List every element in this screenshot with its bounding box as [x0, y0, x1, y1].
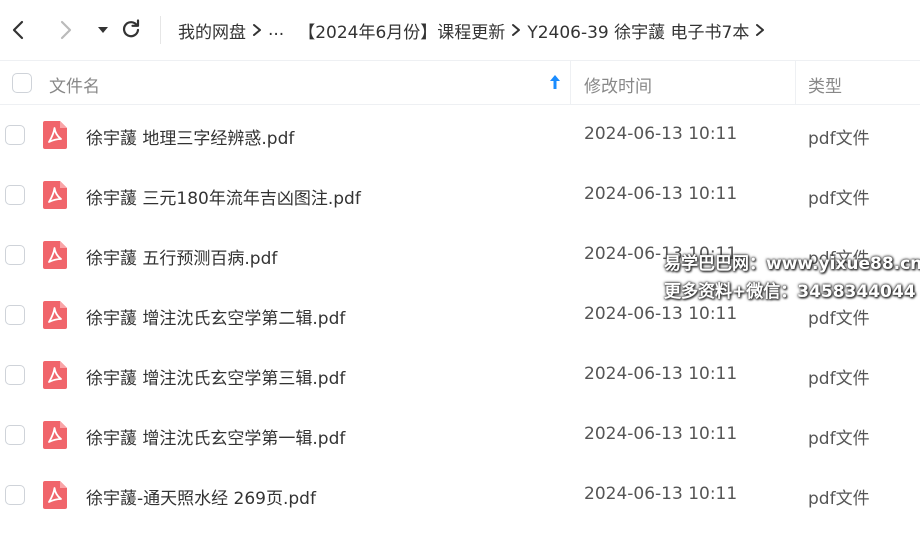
file-name[interactable]: 徐宇蘐 增注沈氏玄空学第二辑.pdf [86, 304, 345, 329]
file-name[interactable]: 徐宇蘐-通天照水经 269页.pdf [86, 484, 316, 509]
file-mtime: 2024-06-13 10:11 [584, 424, 738, 444]
toolbar: 我的网盘 ... 【2024年6月份】课程更新 Y2406-39 徐宇蘐 电子书… [0, 0, 920, 60]
sort-ascending-icon[interactable] [548, 73, 562, 95]
forward-button[interactable] [50, 15, 80, 45]
toolbar-divider [160, 16, 161, 44]
row-checkbox[interactable] [5, 425, 25, 445]
file-type: pdf文件 [808, 129, 870, 149]
file-row[interactable]: 徐宇蘐 增注沈氏玄空学第一辑.pdf 2024-06-13 10:11 pdf文… [0, 405, 920, 465]
file-name[interactable]: 徐宇蘐 地理三字经辨惑.pdf [86, 124, 294, 149]
back-button[interactable] [4, 15, 34, 45]
file-type: pdf文件 [808, 429, 870, 449]
file-mtime: 2024-06-13 10:11 [584, 124, 738, 144]
file-name[interactable]: 徐宇蘐 增注沈氏玄空学第三辑.pdf [86, 364, 345, 389]
file-type: pdf文件 [808, 369, 870, 389]
column-divider[interactable] [795, 61, 796, 104]
file-row[interactable]: 徐宇蘐 增注沈氏玄空学第二辑.pdf 2024-06-13 10:11 pdf文… [0, 285, 920, 345]
file-row[interactable]: 徐宇蘐 增注沈氏玄空学第三辑.pdf 2024-06-13 10:11 pdf文… [0, 345, 920, 405]
row-checkbox[interactable] [5, 485, 25, 505]
column-header-type[interactable]: 类型 [808, 72, 842, 97]
row-checkbox[interactable] [5, 245, 25, 265]
pdf-file-icon [43, 241, 67, 269]
breadcrumb-separator-icon [749, 23, 771, 37]
file-mtime: 2024-06-13 10:11 [584, 244, 738, 264]
history-menu-button[interactable] [88, 15, 118, 45]
breadcrumb-current-folder[interactable]: Y2406-39 徐宇蘐 电子书7本 [527, 18, 749, 43]
file-type: pdf文件 [808, 489, 870, 509]
file-list: 徐宇蘐 地理三字经辨惑.pdf 2024-06-13 10:11 pdf文件 徐… [0, 105, 920, 525]
file-mtime: 2024-06-13 10:11 [584, 364, 738, 384]
file-row[interactable]: 徐宇蘐 五行预测百病.pdf 2024-06-13 10:11 pdf文件 [0, 225, 920, 285]
file-name[interactable]: 徐宇蘐 三元180年流年吉凶图注.pdf [86, 184, 361, 209]
select-all-checkbox[interactable] [12, 73, 32, 93]
column-header-mtime[interactable]: 修改时间 [584, 72, 652, 97]
chevron-left-icon [12, 20, 24, 40]
file-name[interactable]: 徐宇蘐 增注沈氏玄空学第一辑.pdf [86, 424, 345, 449]
pdf-file-icon [43, 421, 67, 449]
column-divider[interactable] [570, 61, 571, 104]
chevron-right-icon [60, 20, 72, 40]
file-row[interactable]: 徐宇蘐 地理三字经辨惑.pdf 2024-06-13 10:11 pdf文件 [0, 105, 920, 165]
file-mtime: 2024-06-13 10:11 [584, 484, 738, 504]
pdf-file-icon [43, 301, 67, 329]
row-checkbox[interactable] [5, 125, 25, 145]
pdf-file-icon [43, 481, 67, 509]
breadcrumb-root[interactable]: 我的网盘 [178, 18, 246, 43]
pdf-file-icon [43, 121, 67, 149]
breadcrumb: 我的网盘 ... 【2024年6月份】课程更新 Y2406-39 徐宇蘐 电子书… [178, 0, 771, 60]
row-checkbox[interactable] [5, 185, 25, 205]
pdf-file-icon [43, 361, 67, 389]
breadcrumb-ellipsis[interactable]: ... [268, 20, 284, 40]
row-checkbox[interactable] [5, 365, 25, 385]
file-type: pdf文件 [808, 249, 870, 269]
file-type: pdf文件 [808, 189, 870, 209]
file-row[interactable]: 徐宇蘐-通天照水经 269页.pdf 2024-06-13 10:11 pdf文… [0, 465, 920, 525]
pdf-file-icon [43, 181, 67, 209]
file-mtime: 2024-06-13 10:11 [584, 304, 738, 324]
refresh-icon [122, 19, 140, 38]
file-row[interactable]: 徐宇蘐 三元180年流年吉凶图注.pdf 2024-06-13 10:11 pd… [0, 165, 920, 225]
breadcrumb-separator-icon [505, 23, 527, 37]
breadcrumb-course-folder[interactable]: 【2024年6月份】课程更新 [298, 18, 505, 43]
file-list-header: 文件名 修改时间 类型 [0, 60, 920, 105]
refresh-button[interactable] [116, 15, 146, 45]
file-type: pdf文件 [808, 309, 870, 329]
file-name[interactable]: 徐宇蘐 五行预测百病.pdf [86, 244, 277, 269]
file-mtime: 2024-06-13 10:11 [584, 184, 738, 204]
column-header-name[interactable]: 文件名 [49, 72, 100, 97]
breadcrumb-separator-icon [246, 23, 268, 37]
caret-down-icon [98, 27, 108, 33]
row-checkbox[interactable] [5, 305, 25, 325]
